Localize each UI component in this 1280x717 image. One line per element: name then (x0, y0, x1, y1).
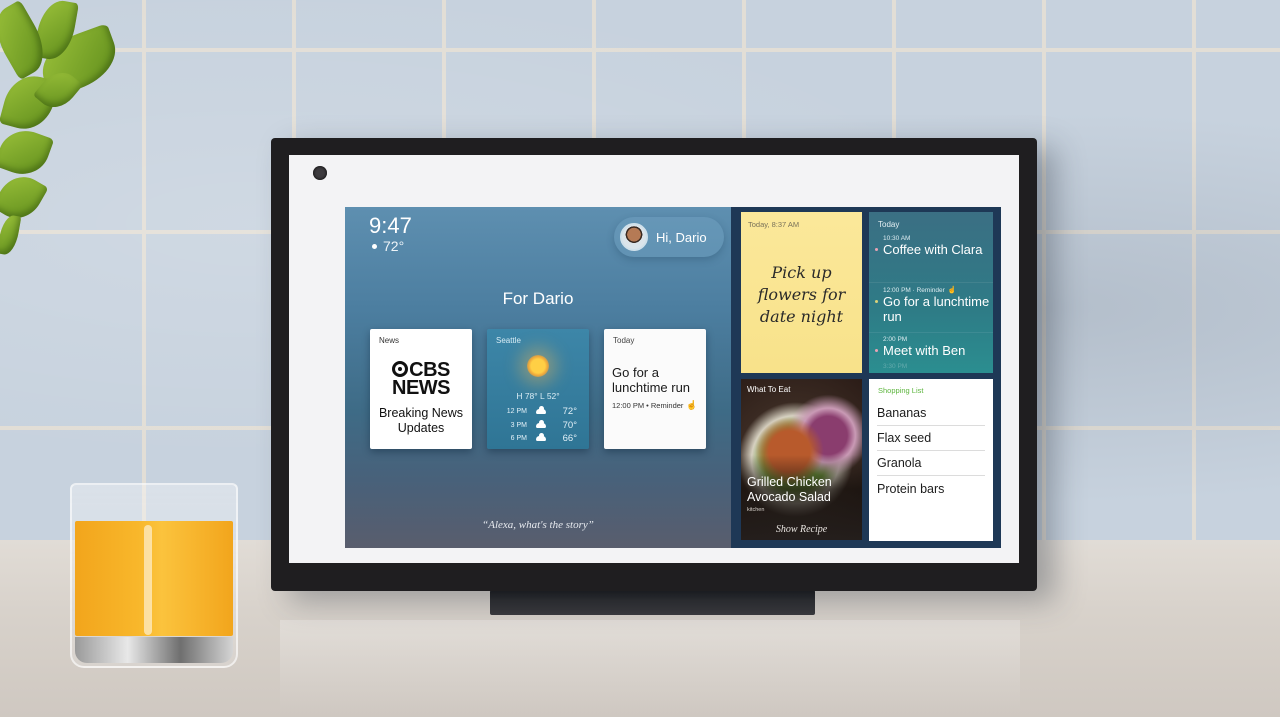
weather-card[interactable]: Seattle H 78° L 52° 12 PM 72° 3 PM 70° 6… (487, 329, 589, 449)
current-temperature: 72° (383, 238, 405, 254)
show-recipe-button[interactable]: Show Recipe (741, 524, 862, 535)
clock-time: 9:47 (369, 213, 412, 238)
hourly-forecast: 12 PM 72° 3 PM 70° 6 PM 66° (497, 405, 577, 446)
shopping-list: Bananas Flax seed Granola Protein bars (877, 401, 985, 501)
news-card[interactable]: News CBS NEWS Breaking News Updates (370, 329, 472, 449)
plant-decoration (0, 0, 130, 260)
avatar (620, 223, 648, 251)
device-screen[interactable]: 9:47 72° Hi, Dario For Dario News CBS NE… (345, 207, 1001, 548)
profile-greeting-button[interactable]: Hi, Dario (614, 217, 724, 257)
reminder-title: Go for a lunchtime run (612, 365, 691, 395)
orange-juice-glass (70, 483, 238, 668)
forecast-row: 12 PM 72° (497, 405, 577, 419)
cloud-icon (536, 406, 546, 415)
next-event-faded: 3:30 PM (883, 363, 908, 370)
widget-panel: Today, 8:37 AM Pick up flowers for date … (731, 207, 1001, 548)
forecast-row: 3 PM 70° (497, 419, 577, 433)
event-dot (875, 300, 878, 303)
alexa-voice-prompt: “Alexa, what's the story” (482, 519, 594, 531)
orange-juice (75, 521, 233, 636)
hand-pointer-icon: ☝ (686, 400, 698, 410)
forecast-time: 12 PM (506, 408, 527, 416)
list-item[interactable]: Flax seed (877, 426, 985, 451)
page-title: For Dario (502, 289, 574, 308)
plant-leaf (0, 213, 22, 257)
cbs-eye-icon (392, 361, 409, 377)
event-time: 10:30 AM (883, 235, 911, 242)
cloud-icon (536, 419, 546, 428)
calendar-widget[interactable]: Today 10:30 AM Coffee with Clara 12:00 P… (869, 212, 993, 373)
shopping-list-widget[interactable]: Shopping List Bananas Flax seed Granola … (869, 379, 993, 541)
event-title: Meet with Ben (875, 343, 993, 358)
event-title: Go for a lunchtime run (875, 294, 993, 324)
recipe-source: kitchen (747, 507, 765, 513)
forecast-temp: 70° (562, 419, 577, 431)
hand-pointer-icon: ☝ (947, 287, 957, 294)
sun-icon (527, 355, 549, 377)
event-dot (875, 248, 878, 251)
card-label: News (379, 336, 400, 345)
calendar-event[interactable]: 10:30 AM Coffee with Clara (869, 234, 993, 282)
home-panel: 9:47 72° Hi, Dario For Dario News CBS NE… (345, 207, 731, 548)
camera-icon (313, 166, 327, 180)
calendar-header: Today (878, 220, 900, 229)
event-title-text: Coffee with Clara (883, 242, 983, 257)
event-title-text: Go for a lunchtime run (883, 294, 990, 324)
weather-location: Seattle (496, 336, 521, 345)
device-stand (490, 590, 815, 615)
card-label: Today (613, 336, 635, 345)
forecast-time: 3 PM (510, 421, 527, 429)
event-time: 12:00 PM · Reminder ☝ (883, 286, 993, 295)
forecast-temp: 66° (562, 433, 577, 445)
logo-line-2: NEWS (392, 377, 451, 399)
recipe-label: What To Eat (747, 385, 791, 394)
list-item[interactable]: Bananas (877, 401, 985, 426)
high-low-temperature: H 78° L 52° (516, 391, 560, 401)
sticky-note-text: Pick up flowers for date night (757, 263, 846, 326)
device-bezel: 9:47 72° Hi, Dario For Dario News CBS NE… (289, 155, 1019, 563)
recipe-widget[interactable]: What To Eat Grilled Chicken Avocado Sala… (741, 379, 862, 540)
reminder-meta: 12:00 PM • Reminder ☝ (612, 400, 698, 411)
forecast-time: 6 PM (510, 435, 527, 443)
glass-highlight (144, 525, 152, 635)
plant-leaf (0, 123, 55, 182)
reminder-time: 12:00 PM • Reminder (612, 401, 684, 410)
greeting-label: Hi, Dario (656, 229, 707, 245)
today-reminder-card[interactable]: Today Go for a lunchtime run 12:00 PM • … (604, 329, 706, 449)
event-dot (875, 349, 878, 352)
calendar-event[interactable]: 12:00 PM · Reminder ☝ Go for a lunchtime… (869, 282, 993, 332)
forecast-row: 6 PM 66° (497, 432, 577, 446)
event-title: Coffee with Clara (875, 242, 993, 257)
event-title-text: Meet with Ben (883, 343, 966, 358)
list-item[interactable]: Protein bars (877, 476, 985, 501)
echo-show-device: 9:47 72° Hi, Dario For Dario News CBS NE… (271, 138, 1037, 591)
sticky-note-timestamp: Today, 8:37 AM (748, 220, 800, 229)
sticky-note-widget[interactable]: Today, 8:37 AM Pick up flowers for date … (741, 212, 862, 373)
event-time: 2:00 PM (883, 336, 908, 343)
event-time-text: 12:00 PM · Reminder (883, 286, 945, 294)
glass-base (75, 637, 233, 663)
shopping-list-header: Shopping List (878, 386, 924, 395)
cbs-news-logo: CBS NEWS (370, 360, 472, 399)
weather-sun-icon (372, 243, 377, 249)
list-item[interactable]: Granola (877, 451, 985, 476)
forecast-temp: 72° (562, 406, 577, 418)
cloud-icon (536, 433, 546, 442)
recipe-title: Grilled Chicken Avocado Salad (747, 475, 832, 504)
current-weather: 72° (372, 238, 404, 254)
news-headline: Breaking News Updates (378, 406, 464, 435)
counter-reflection (280, 620, 1020, 717)
